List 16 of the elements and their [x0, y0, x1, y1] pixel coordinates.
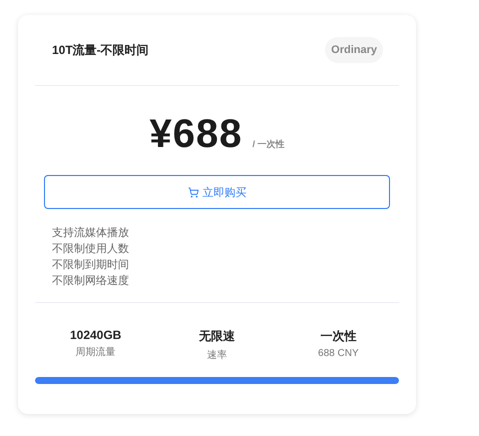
price: ¥688 [150, 112, 242, 157]
price-period: / 一次性 [252, 138, 284, 151]
plan-tag: Ordinary [325, 37, 383, 63]
stat-label: 速率 [206, 348, 227, 362]
stat-label: 周期流量 [76, 346, 116, 359]
stat-value: 10240GB [70, 328, 122, 342]
feature-text: 不限制使用人数 [52, 242, 130, 257]
feature-text: 不限制到期时间 [52, 258, 130, 273]
plan-title: 10T流量-不限时间 [52, 42, 149, 58]
stat-value: 无限速 [198, 328, 235, 345]
stat-value: 一次性 [320, 328, 356, 345]
stat-label: 688 CNY [318, 348, 359, 359]
feature-text: 支持流媒体播放 [52, 226, 130, 241]
feature-text: 不限制网络速度 [52, 274, 130, 289]
cart-icon [188, 186, 198, 198]
buy-button[interactable]: 立即购买 [44, 175, 390, 209]
